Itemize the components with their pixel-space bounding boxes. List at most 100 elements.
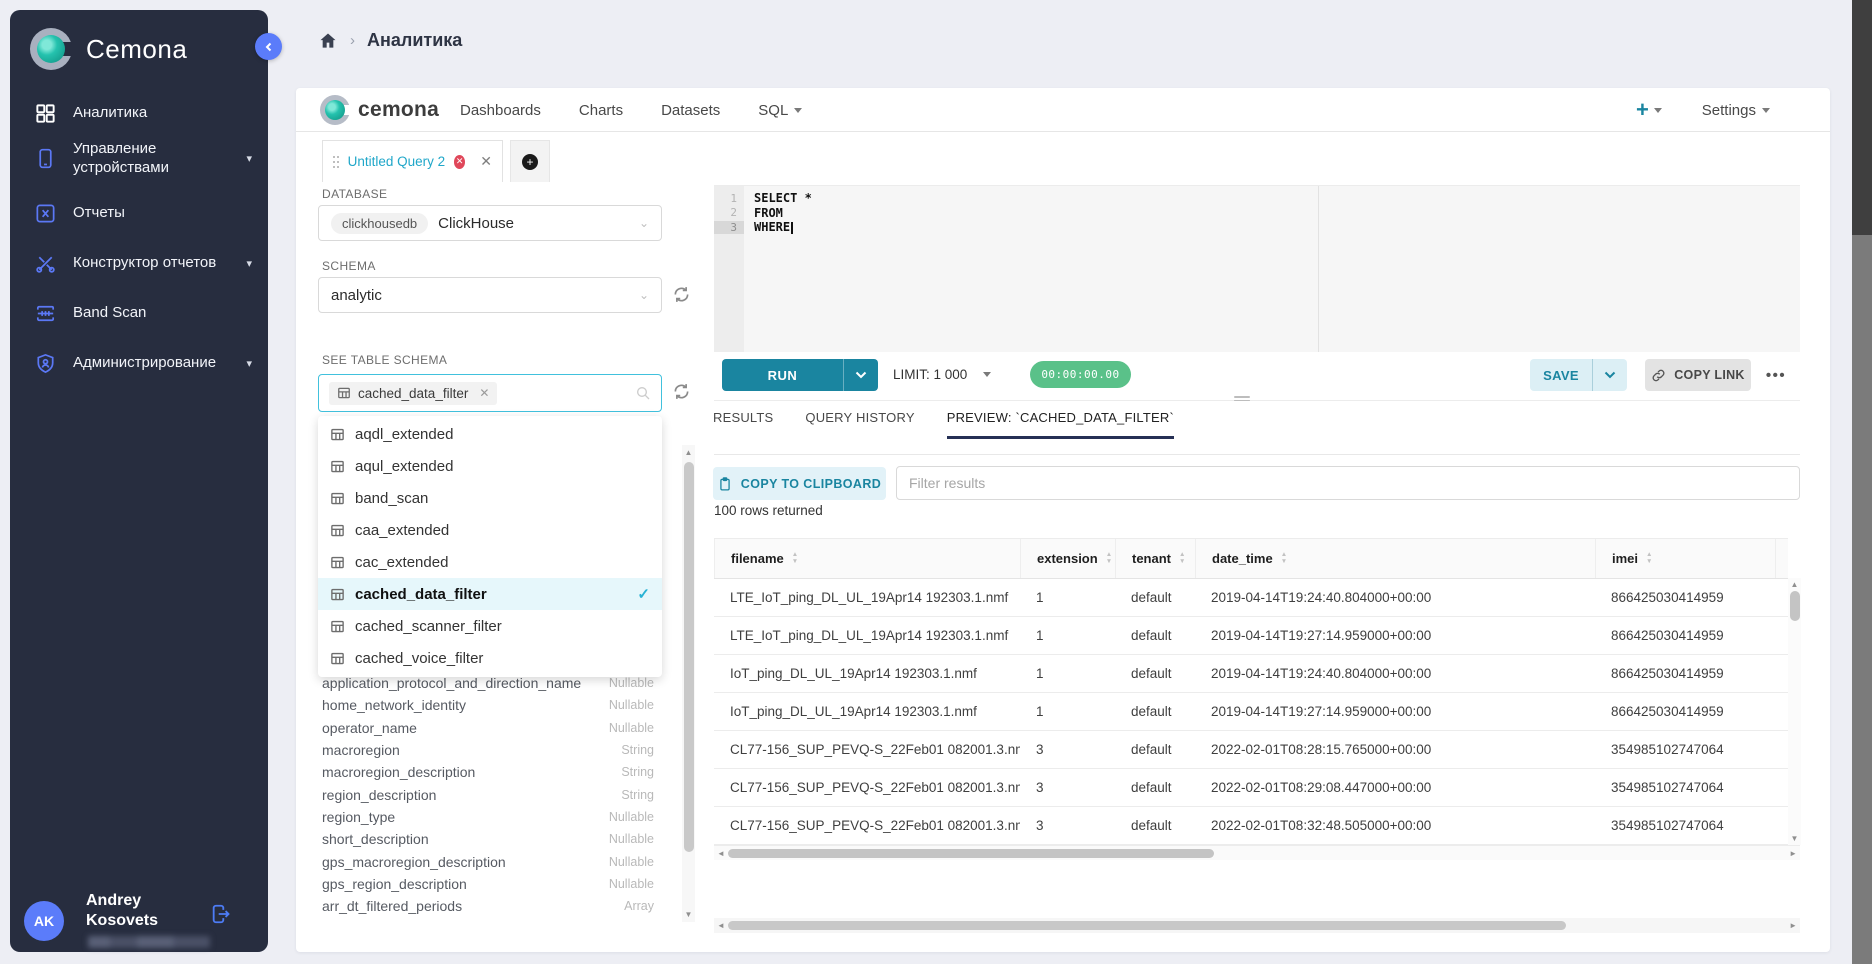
table-vertical-scrollbar[interactable]: ▲ ▼ — [1788, 578, 1801, 845]
search-icon — [635, 385, 651, 401]
sidebar-item-analytics[interactable]: Аналитика — [34, 102, 252, 125]
table-dropdown-option[interactable]: cac_extended ✓ — [318, 546, 662, 578]
table-dropdown-option[interactable]: cached_scanner_filter ✓ — [318, 610, 662, 642]
pane-resize-handle[interactable] — [1234, 396, 1250, 403]
copy-to-clipboard-button[interactable]: COPY TO CLIPBOARD — [713, 467, 886, 500]
scroll-right-icon[interactable]: ► — [1789, 849, 1797, 858]
tab-query-history[interactable]: QUERY HISTORY — [805, 410, 914, 439]
save-options-button[interactable] — [1592, 359, 1627, 391]
cell-tenant: default — [1115, 617, 1195, 654]
left-panel-scrollbar[interactable]: ▲ ▼ — [682, 445, 695, 922]
cell-date-time: 2019-04-14T19:27:14.959000+00:00 — [1195, 617, 1595, 654]
column-name: arr_dt_filtered_periods — [322, 898, 462, 914]
scrollbar-thumb[interactable] — [728, 921, 1566, 930]
scroll-up-icon[interactable]: ▲ — [682, 448, 695, 457]
nav-charts[interactable]: Charts — [579, 102, 623, 119]
cell-extension: 3 — [1020, 807, 1115, 844]
scroll-down-icon[interactable]: ▼ — [1788, 834, 1801, 843]
database-select[interactable]: clickhousedb ClickHouse ⌄ — [318, 205, 662, 241]
tab-preview[interactable]: PREVIEW: `CACHED_DATA_FILTER` — [947, 410, 1174, 439]
run-button[interactable]: RUN — [722, 359, 843, 391]
refresh-icon — [671, 284, 692, 305]
column-type: Nullable — [609, 721, 654, 735]
scrollbar-thumb[interactable] — [728, 849, 1214, 858]
nav-datasets[interactable]: Datasets — [661, 102, 720, 119]
preview-table-header: filename ▲▼ extension ▲▼ tenant ▲▼ — [714, 539, 1788, 579]
refresh-tables-button[interactable] — [671, 381, 692, 402]
add-new-button[interactable]: + — [1636, 97, 1662, 123]
filter-results-input[interactable] — [896, 466, 1800, 500]
table-dropdown-option[interactable]: cached_data_filter ✓ — [318, 578, 662, 610]
sidebar-item-band-scan[interactable]: Band Scan — [34, 302, 252, 325]
sql-editor[interactable]: 1 SELECT * 2 FROM 3 WHERE — [714, 185, 1800, 352]
table-select[interactable]: cached_data_filter ✕ — [318, 374, 662, 412]
table-dropdown-option[interactable]: cached_voice_filter ✓ — [318, 642, 662, 674]
sort-icon[interactable]: ▲▼ — [792, 552, 798, 566]
logout-button[interactable] — [210, 903, 232, 925]
close-tab-icon[interactable]: ✕ — [480, 153, 492, 170]
column-header[interactable]: filename ▲▼ — [714, 539, 1020, 578]
run-options-button[interactable] — [843, 359, 878, 391]
page-vertical-scrollbar[interactable] — [1852, 0, 1872, 964]
home-icon[interactable] — [318, 31, 338, 51]
column-type: String — [621, 788, 654, 802]
sort-icon[interactable]: ▲▼ — [1106, 552, 1112, 566]
sidebar-item-device-management[interactable]: Управление устройствами ▾ — [34, 140, 252, 178]
table-dropdown-option[interactable]: aqdl_extended ✓ — [318, 418, 662, 450]
sidebar-item-reports[interactable]: Отчеты — [34, 202, 252, 225]
column-header[interactable]: tenant ▲▼ — [1115, 539, 1195, 578]
sidebar-item-administration[interactable]: Администрирование ▾ — [34, 352, 252, 375]
cell-imei: 866425030414959 — [1595, 693, 1775, 730]
nav-sql[interactable]: SQL — [758, 102, 802, 119]
sort-icon[interactable]: ▲▼ — [1179, 552, 1185, 566]
table-dropdown-option[interactable]: band_scan ✓ — [318, 482, 662, 514]
drag-handle-icon[interactable] — [333, 156, 335, 158]
cell-extension: 1 — [1020, 693, 1115, 730]
copy-link-label: COPY LINK — [1674, 368, 1745, 382]
copy-link-button[interactable]: COPY LINK — [1645, 359, 1751, 391]
add-query-tab-button[interactable]: + — [510, 140, 550, 182]
cell-date-time: 2022-02-01T08:29:08.447000+00:00 — [1195, 769, 1595, 806]
settings-menu[interactable]: Settings — [1702, 102, 1770, 119]
scroll-down-icon[interactable]: ▼ — [682, 910, 695, 919]
save-button[interactable]: SAVE — [1530, 359, 1592, 391]
table-column-row: gps_region_description Nullable — [322, 873, 654, 895]
table-dropdown-option[interactable]: caa_extended ✓ — [318, 514, 662, 546]
chevron-down-icon: ▾ — [246, 357, 252, 370]
schema-select[interactable]: analytic ⌄ — [318, 277, 662, 313]
refresh-schema-button[interactable] — [671, 284, 692, 305]
query-tab-title: Untitled Query 2 — [348, 154, 446, 169]
panel-horizontal-scrollbar[interactable]: ◄ ► — [714, 918, 1800, 933]
editor-line: 3 WHERE — [714, 220, 1800, 235]
column-header[interactable]: extension ▲▼ — [1020, 539, 1115, 578]
column-header-label: tenant — [1132, 551, 1171, 566]
query-tab[interactable]: Untitled Query 2 ✕ ✕ — [322, 140, 503, 182]
scroll-left-icon[interactable]: ◄ — [717, 921, 725, 930]
brand: Cemona — [30, 28, 187, 70]
scroll-up-icon[interactable]: ▲ — [1788, 580, 1801, 589]
table-dropdown: aqdl_extended ✓ aqul_extended ✓ band_sca… — [318, 416, 662, 677]
scroll-left-icon[interactable]: ◄ — [717, 849, 725, 858]
nav-dashboards[interactable]: Dashboards — [460, 102, 541, 119]
column-header[interactable]: me ▲▼ — [1775, 539, 1788, 578]
scrollbar-thumb[interactable] — [1790, 591, 1800, 621]
sort-icon[interactable]: ▲▼ — [1281, 552, 1287, 566]
table-horizontal-scrollbar[interactable]: ◄ ► — [714, 845, 1800, 860]
limit-dropdown[interactable]: LIMIT: 1 000 — [893, 367, 991, 382]
table-dropdown-option[interactable]: aqul_extended ✓ — [318, 450, 662, 482]
column-header[interactable]: imei ▲▼ — [1595, 539, 1775, 578]
scrollbar-thumb[interactable] — [684, 462, 694, 852]
sort-icon[interactable]: ▲▼ — [1646, 552, 1652, 566]
chevron-down-icon — [855, 371, 867, 379]
column-header-label: extension — [1037, 551, 1098, 566]
scroll-right-icon[interactable]: ► — [1789, 921, 1797, 930]
option-label: caa_extended — [355, 522, 449, 539]
column-header[interactable]: date_time ▲▼ — [1195, 539, 1595, 578]
sidebar-collapse-button[interactable] — [255, 33, 282, 60]
remove-chip-icon[interactable]: ✕ — [475, 386, 489, 400]
more-options-button[interactable]: ••• — [1759, 359, 1793, 391]
tab-results[interactable]: RESULTS — [713, 410, 773, 439]
sidebar-item-report-builder[interactable]: Конструктор отчетов ▾ — [34, 252, 252, 275]
cell-imei: 354985102747064 — [1595, 731, 1775, 768]
scrollbar-thumb[interactable] — [1852, 0, 1872, 235]
